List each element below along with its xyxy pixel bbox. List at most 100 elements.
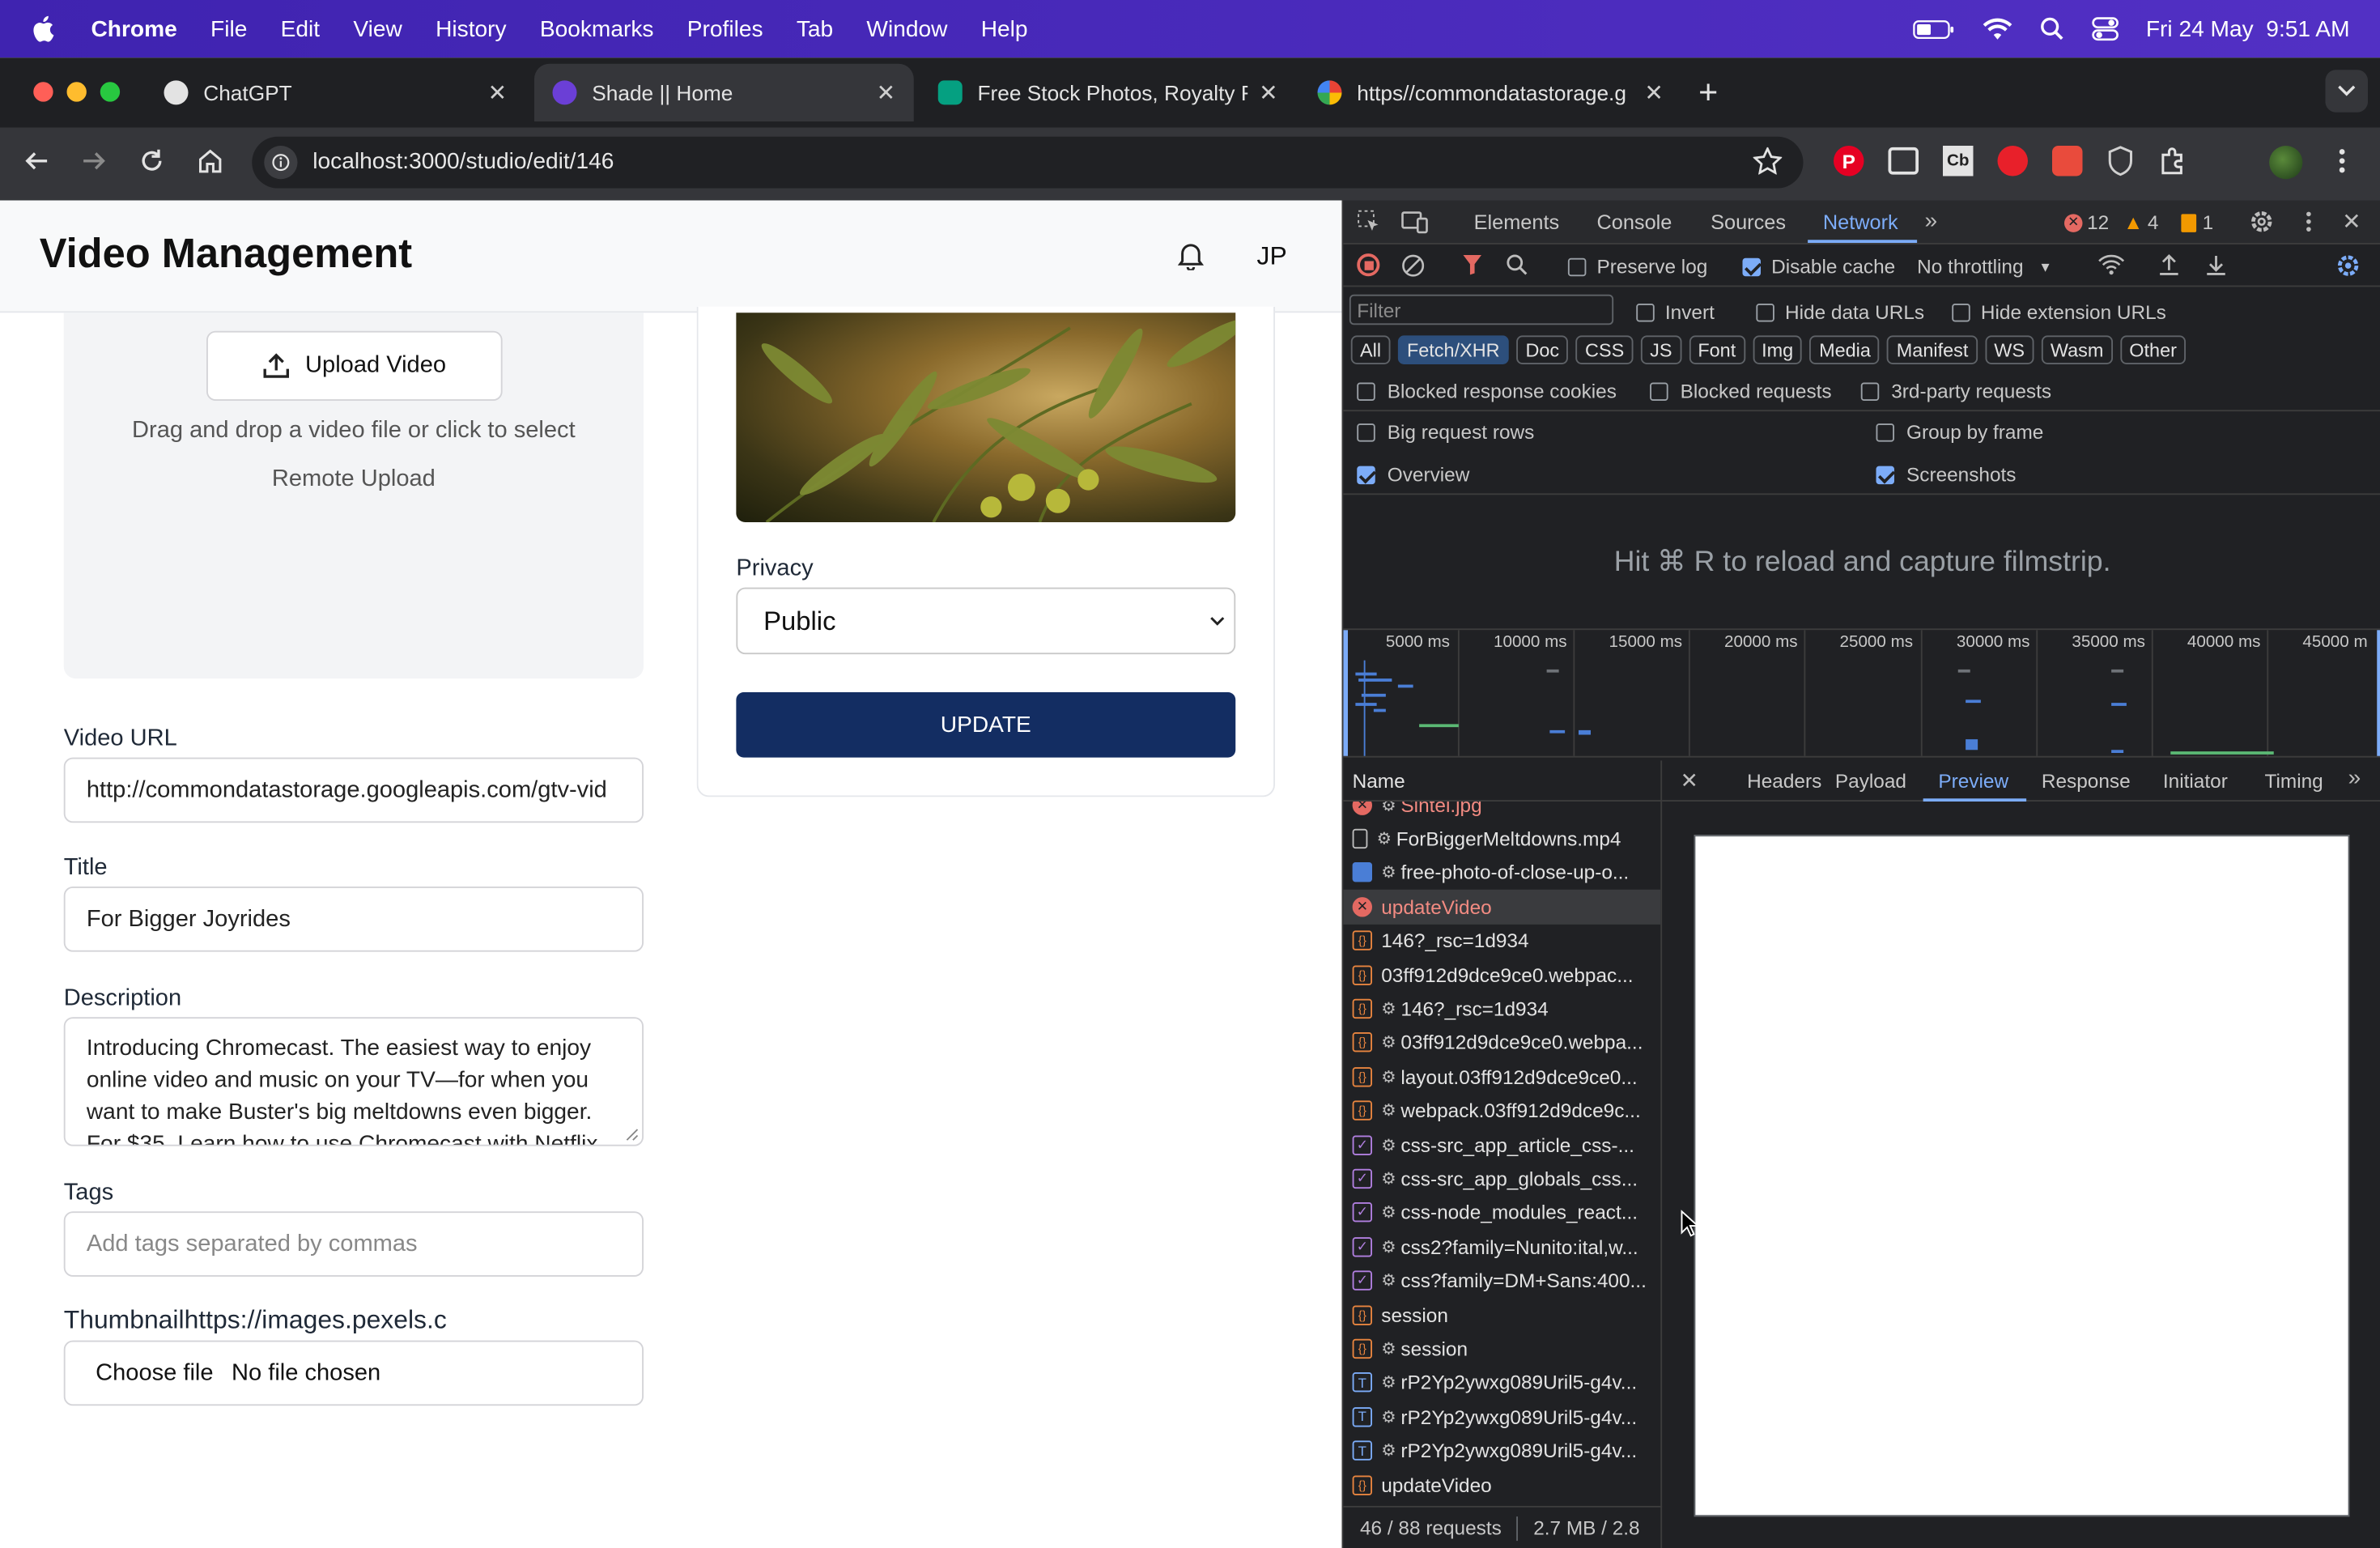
- pinterest-extension-icon[interactable]: P: [1834, 146, 1864, 176]
- settings-gear-icon[interactable]: [2250, 210, 2274, 234]
- request-row[interactable]: {} ⚙ webpack.03ff912d9dce9c...: [1343, 1094, 1660, 1128]
- menu-bookmarks[interactable]: Bookmarks: [540, 16, 654, 42]
- request-row[interactable]: T ⚙ rP2Yp2ywxg089Uril5-g4v...: [1343, 1434, 1660, 1468]
- reload-icon[interactable]: [140, 149, 164, 173]
- minimize-window-button[interactable]: [66, 82, 87, 102]
- remote-upload-link[interactable]: Remote Upload: [64, 466, 644, 494]
- big-request-rows-checkbox[interactable]: Big request rows: [1357, 420, 1534, 444]
- address-text[interactable]: localhost:3000/studio/edit/146: [312, 149, 614, 175]
- menu-app-name[interactable]: Chrome: [91, 16, 177, 42]
- upload-video-button[interactable]: Upload Video: [206, 330, 503, 401]
- menu-profiles[interactable]: Profiles: [687, 16, 763, 42]
- record-stop-icon[interactable]: [1357, 253, 1380, 277]
- user-avatar[interactable]: JP: [1257, 241, 1287, 272]
- more-tabs-icon[interactable]: »: [1925, 208, 1938, 234]
- devtools-menu-icon[interactable]: [2306, 211, 2312, 232]
- devtools-tab-elements[interactable]: Elements: [1474, 211, 1560, 234]
- type-filter-media[interactable]: Media: [1809, 335, 1881, 364]
- request-row[interactable]: T ⚙ rP2Yp2ywxg089Uril5-g4v...: [1343, 1400, 1660, 1434]
- close-devtools-icon[interactable]: ✕: [2342, 208, 2361, 236]
- type-filter-manifest[interactable]: Manifest: [1887, 335, 1978, 364]
- video-url-input[interactable]: http://commondatastorage.googleapis.com/…: [63, 757, 644, 823]
- search-icon[interactable]: [1506, 253, 1528, 276]
- request-row[interactable]: {} ⚙ 146?_rsc=1d934: [1343, 992, 1660, 1026]
- maximize-window-button[interactable]: [100, 82, 121, 102]
- browser-menu-icon[interactable]: [2338, 147, 2347, 175]
- network-settings-gear-icon[interactable]: [2336, 253, 2361, 278]
- tab-search-button[interactable]: [2325, 70, 2368, 113]
- detail-tab-response[interactable]: Response: [2042, 770, 2131, 793]
- type-filter-css[interactable]: CSS: [1575, 335, 1634, 364]
- request-row[interactable]: ✓ ⚙ css-src_app_article_css-...: [1343, 1128, 1660, 1162]
- reader-extension-icon[interactable]: [1888, 147, 1919, 175]
- menu-window[interactable]: Window: [866, 16, 947, 42]
- import-har-icon[interactable]: [2158, 253, 2179, 276]
- battery-icon[interactable]: [1912, 19, 1955, 39]
- shield-extension-icon[interactable]: [2107, 146, 2135, 176]
- wifi-icon[interactable]: [1982, 17, 2012, 40]
- control-center-icon[interactable]: [2091, 17, 2119, 41]
- request-row[interactable]: {} 03ff912d9dce9ce0.webpac...: [1343, 958, 1660, 992]
- type-filter-img[interactable]: Img: [1752, 335, 1803, 364]
- overview-checkbox[interactable]: Overview: [1357, 463, 1469, 486]
- choose-file-button[interactable]: Choose file: [96, 1359, 213, 1387]
- thumbnail-file-input[interactable]: Choose file No file chosen: [63, 1340, 644, 1406]
- browser-tab-pexels[interactable]: Free Stock Photos, Royalty Fr ✕: [920, 64, 1296, 121]
- browser-tab-chatgpt[interactable]: ChatGPT ✕: [146, 64, 525, 121]
- menubar-clock[interactable]: Fri 24 May 9:51 AM: [2146, 16, 2350, 42]
- update-button[interactable]: UPDATE: [736, 692, 1236, 758]
- type-filter-fetch-xhr[interactable]: Fetch/XHR: [1397, 335, 1509, 364]
- third-party-checkbox[interactable]: 3rd-party requests: [1860, 380, 2051, 402]
- clear-log-icon[interactable]: [1401, 253, 1426, 278]
- preserve-log-checkbox[interactable]: Preserve log: [1567, 255, 1707, 278]
- blocked-requests-checkbox[interactable]: Blocked requests: [1650, 380, 1832, 402]
- menu-history[interactable]: History: [436, 16, 507, 42]
- close-tab-icon[interactable]: ✕: [1644, 79, 1664, 106]
- site-info-icon[interactable]: [264, 146, 298, 180]
- type-filter-doc[interactable]: Doc: [1516, 335, 1569, 364]
- hide-extension-urls-checkbox[interactable]: Hide extension URLs: [1952, 300, 2166, 323]
- detail-tab-initiator[interactable]: Initiator: [2163, 770, 2228, 793]
- request-row[interactable]: ✓ ⚙ css-src_app_globals_css...: [1343, 1162, 1660, 1196]
- menu-view[interactable]: View: [353, 16, 402, 42]
- puzzle-red-extension-icon[interactable]: [2052, 146, 2083, 176]
- detail-tab-headers[interactable]: Headers: [1747, 770, 1821, 793]
- close-window-button[interactable]: [33, 82, 53, 102]
- error-count[interactable]: ✕ 12: [2064, 211, 2109, 234]
- devtools-tab-network[interactable]: Network: [1823, 211, 1898, 234]
- title-input[interactable]: For Bigger Joyrides: [63, 887, 644, 952]
- detail-tab-payload[interactable]: Payload: [1835, 770, 1906, 793]
- menu-tab[interactable]: Tab: [797, 16, 833, 42]
- notification-bell-icon[interactable]: [1178, 241, 1204, 270]
- screenshots-checkbox[interactable]: Screenshots: [1876, 463, 2016, 486]
- request-row[interactable]: ✕ ⚙ Sintel.jpg: [1343, 802, 1660, 822]
- menu-file[interactable]: File: [210, 16, 247, 42]
- type-filter-font[interactable]: Font: [1689, 335, 1745, 364]
- invert-checkbox[interactable]: Invert: [1636, 300, 1715, 323]
- request-row[interactable]: {} updateVideo: [1343, 1468, 1660, 1502]
- hide-data-urls-checkbox[interactable]: Hide data URLs: [1756, 300, 1924, 323]
- inspect-element-icon[interactable]: [1357, 210, 1381, 234]
- spotlight-search-icon[interactable]: [2040, 17, 2064, 41]
- privacy-select[interactable]: Public: [736, 587, 1236, 655]
- browser-tab-commondatastorage[interactable]: https//commondatastorage.g ✕: [1306, 64, 1682, 121]
- request-row[interactable]: ✓ ⚙ css-node_modules_react...: [1343, 1196, 1660, 1230]
- apple-icon[interactable]: [31, 15, 55, 43]
- detail-tab-preview[interactable]: Preview: [1938, 770, 2008, 793]
- profile-avatar[interactable]: [2269, 146, 2303, 180]
- group-by-frame-checkbox[interactable]: Group by frame: [1876, 420, 2043, 444]
- extensions-puzzle-icon[interactable]: [2158, 146, 2189, 176]
- request-row[interactable]: ⚙ ForBiggerMeltdowns.mp4: [1343, 822, 1660, 856]
- request-row[interactable]: ✓ ⚙ css?family=DM+Sans:400...: [1343, 1264, 1660, 1298]
- device-toolbar-icon[interactable]: [1401, 210, 1429, 234]
- cb-extension-icon[interactable]: Cb: [1943, 146, 1974, 176]
- close-detail-icon[interactable]: ✕: [1681, 768, 1698, 794]
- filter-funnel-icon[interactable]: [1462, 253, 1483, 276]
- type-filter-ws[interactable]: WS: [1985, 335, 2034, 364]
- close-tab-icon[interactable]: ✕: [488, 79, 508, 106]
- tags-input[interactable]: Add tags separated by commas: [63, 1211, 644, 1277]
- new-tab-button[interactable]: +: [1698, 73, 1718, 113]
- description-textarea[interactable]: Introducing Chromecast. The easiest way …: [63, 1017, 644, 1146]
- home-icon[interactable]: [198, 149, 223, 173]
- name-column-header[interactable]: Name: [1343, 760, 1663, 802]
